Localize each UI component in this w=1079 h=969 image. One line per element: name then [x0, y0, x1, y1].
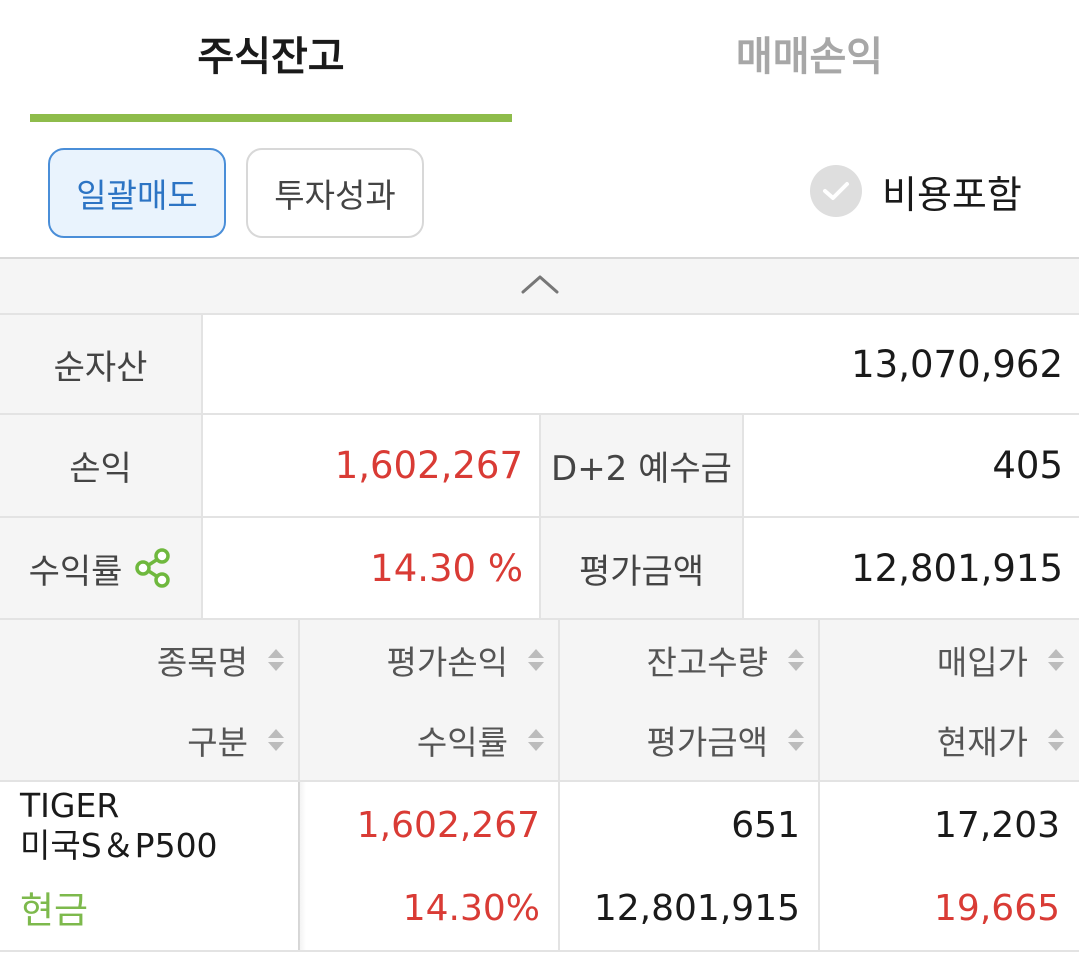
frozen-column-shadow	[298, 782, 306, 952]
sort-icon	[268, 649, 284, 671]
tab-stock-balance[interactable]: 주식잔고	[30, 0, 512, 105]
return-rate-label: 수익률	[28, 551, 123, 592]
deposit-value: 405	[744, 415, 1079, 518]
stock-name: TIGER 미국S＆P500	[20, 786, 218, 866]
header-label: 평가손익	[386, 643, 508, 682]
sort-icon	[1048, 729, 1064, 751]
return-rate-value: 14.30 %	[203, 518, 541, 620]
current-price-cell: 19,665	[934, 887, 1060, 929]
tab-trade-pnl[interactable]: 매매손익	[540, 0, 1079, 105]
sort-icon	[268, 729, 284, 751]
pnl-value: 1,602,267	[203, 415, 541, 518]
sort-header-buy-price[interactable]: 매입가	[820, 620, 1064, 700]
include-fees-toggle[interactable]: 비용포함	[810, 160, 1022, 222]
include-fees-label: 비용포함	[882, 172, 1022, 217]
stock-name-line2: 미국S＆P500	[20, 826, 218, 865]
sort-header-name[interactable]: 종목명	[0, 620, 284, 700]
net-assets-value: 13,070,962	[203, 315, 1079, 415]
sort-icon	[788, 649, 804, 671]
sort-icon	[528, 649, 544, 671]
deposit-label: D+2 예수금	[541, 415, 744, 518]
column-divider	[298, 620, 300, 782]
header-label: 수익률	[416, 723, 508, 762]
active-tab-indicator	[30, 114, 512, 122]
header-label: 현재가	[936, 723, 1028, 762]
buy-price-cell: 17,203	[934, 804, 1060, 846]
sort-header-type[interactable]: 구분	[0, 700, 284, 780]
sort-header-current-price[interactable]: 현재가	[820, 700, 1064, 780]
header-label: 매입가	[936, 643, 1028, 682]
column-divider	[558, 782, 560, 952]
sort-header-return-rate[interactable]: 수익률	[300, 700, 544, 780]
tab-bar: 주식잔고 매매손익	[0, 0, 1079, 125]
column-divider	[818, 782, 820, 952]
sort-icon	[1048, 649, 1064, 671]
column-divider	[558, 620, 560, 782]
holdings-table-header: 종목명 구분 평가손익 수익률 잔고수량 평가금액 매입가 현재가	[0, 620, 1079, 782]
share-icon[interactable]	[134, 548, 172, 588]
account-type: 현금	[20, 889, 89, 932]
stock-name-line1: TIGER	[20, 786, 120, 825]
header-label: 종목명	[156, 643, 248, 682]
sort-icon	[528, 729, 544, 751]
collapse-summary-button[interactable]	[0, 257, 1079, 315]
pnl-label: 손익	[0, 415, 203, 518]
check-icon	[810, 165, 862, 217]
sort-icon	[788, 729, 804, 751]
quantity-cell: 651	[731, 804, 800, 846]
bulk-sell-button[interactable]: 일괄매도	[48, 148, 226, 238]
row-divider	[0, 950, 1079, 952]
return-rate-cell: 14.30%	[402, 887, 540, 929]
chevron-up-icon	[520, 273, 560, 299]
header-label: 평가금액	[646, 723, 768, 762]
header-label: 구분	[187, 723, 248, 762]
net-assets-label: 순자산	[0, 315, 203, 415]
column-divider	[818, 620, 820, 782]
eval-amount-value: 12,801,915	[744, 518, 1079, 620]
sort-header-eval-amount[interactable]: 평가금액	[560, 700, 804, 780]
header-label: 잔고수량	[646, 643, 768, 682]
eval-pnl-cell: 1,602,267	[356, 804, 540, 846]
eval-amount-cell: 12,801,915	[593, 887, 800, 929]
sort-header-quantity[interactable]: 잔고수량	[560, 620, 804, 700]
performance-button[interactable]: 투자성과	[246, 148, 424, 238]
sort-header-eval-pnl[interactable]: 평가손익	[300, 620, 544, 700]
eval-amount-label: 평가금액	[541, 518, 744, 620]
return-rate-label-cell: 수익률	[0, 518, 203, 620]
